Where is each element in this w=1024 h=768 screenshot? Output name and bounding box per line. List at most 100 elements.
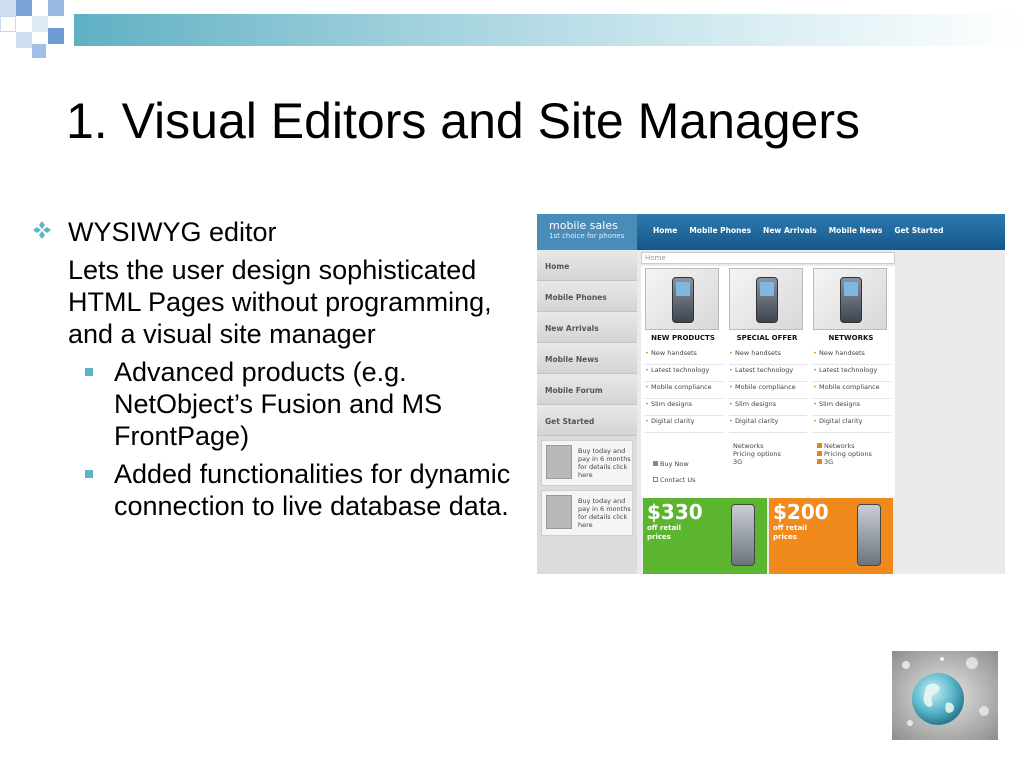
list-item: Mobile compliance: [813, 382, 891, 399]
promo-text: Buy today and pay in 6 months for detail…: [578, 447, 631, 479]
column-list: New handsets Latest technology Mobile co…: [645, 348, 723, 433]
list-item: Digital clarity: [645, 416, 723, 433]
site-sidebar-item: Mobile News: [537, 343, 637, 374]
site-column: SPECIAL OFFER New handsets Latest techno…: [725, 266, 807, 498]
site-header: mobile sales 1st choice for phones Home …: [537, 214, 1005, 250]
sub-bullet-item: Advanced products (e.g. NetObject’s Fusi…: [32, 356, 532, 452]
site-breadcrumb: Home: [641, 252, 895, 264]
buy-now-link: Buy Now: [653, 460, 689, 468]
extra-link-label: 3G: [824, 458, 834, 466]
promo-image: [546, 495, 572, 529]
globe-image: [892, 651, 998, 740]
product-image: [645, 268, 719, 330]
globe-drawing: [892, 651, 998, 740]
four-diamond-bullet-icon: [33, 221, 51, 239]
promo-image: [546, 445, 572, 479]
bullet-item: WYSIWYG editor: [32, 216, 532, 248]
extra-link: Pricing options: [817, 450, 872, 458]
list-item: Mobile compliance: [729, 382, 807, 399]
site-sidebar: Home Mobile Phones New Arrivals Mobile N…: [537, 250, 637, 574]
site-nav-home: Home: [653, 226, 678, 235]
square-icon: [817, 459, 822, 464]
phone-image: [840, 277, 862, 323]
header-gradient-bar: [74, 14, 1024, 46]
extra-link: Pricing options: [733, 450, 781, 458]
extra-link: 3G: [733, 458, 743, 466]
decor-square: [48, 28, 64, 44]
promo-text: Buy today and pay in 6 months for detail…: [578, 497, 631, 529]
column-heading: SPECIAL OFFER: [736, 334, 798, 342]
cart-icon: [653, 461, 658, 466]
sub-bullet-text: Added functionalities for dynamic connec…: [114, 459, 511, 521]
list-item: Slim designs: [813, 399, 891, 416]
list-item: Latest technology: [729, 365, 807, 382]
list-item: Digital clarity: [729, 416, 807, 433]
list-item: Slim designs: [645, 399, 723, 416]
list-item: Slim designs: [729, 399, 807, 416]
sub-bullet-item: Added functionalities for dynamic connec…: [32, 458, 532, 522]
site-sidebar-item: Mobile Forum: [537, 374, 637, 405]
price-banner: $330 off retail prices: [643, 498, 767, 574]
site-promo: Buy today and pay in 6 months for detail…: [541, 440, 633, 486]
decor-square: [16, 0, 32, 16]
banner-line: off retail: [647, 524, 681, 532]
extra-link: 3G: [817, 458, 833, 466]
top-decorative-band: [0, 0, 1024, 60]
decor-square: [32, 16, 48, 32]
product-image: [729, 268, 803, 330]
site-column: NEW PRODUCTS New handsets Latest technol…: [641, 266, 723, 498]
site-sidebar-item: Mobile Phones: [537, 281, 637, 312]
site-sidebar-item: Get Started: [537, 405, 637, 436]
contact-us-link: Contact Us: [653, 476, 696, 484]
phone-image: [756, 277, 778, 323]
column-list: New handsets Latest technology Mobile co…: [729, 348, 807, 433]
site-sidebar-item: Home: [537, 250, 637, 281]
banner-line: off retail: [773, 524, 807, 532]
banner-line: prices: [647, 533, 671, 541]
banner-price: $330: [647, 500, 703, 524]
product-image: [813, 268, 887, 330]
bullet-paragraph: Lets the user design sophisticated HTML …: [68, 255, 492, 349]
site-sidebar-item: New Arrivals: [537, 312, 637, 343]
banner-price: $200: [773, 500, 829, 524]
website-screenshot: mobile sales 1st choice for phones Home …: [537, 214, 1005, 574]
decor-square: [0, 16, 16, 32]
site-nav-new-arrivals: New Arrivals: [763, 226, 817, 235]
column-heading: NEW PRODUCTS: [651, 334, 715, 342]
banner-line: prices: [773, 533, 797, 541]
square-icon: [817, 443, 822, 448]
slide-title: 1. Visual Editors and Site Managers: [66, 93, 860, 149]
site-logo: mobile sales 1st choice for phones: [537, 214, 637, 250]
list-item: New handsets: [645, 348, 723, 365]
decor-square: [32, 44, 46, 58]
extra-link: Networks: [817, 442, 855, 450]
decor-square: [48, 0, 64, 16]
column-heading: NETWORKS: [828, 334, 874, 342]
sub-bullet-text: Advanced products (e.g. NetObject’s Fusi…: [114, 357, 443, 451]
site-main-content: NEW PRODUCTS New handsets Latest technol…: [641, 266, 895, 498]
list-item: New handsets: [813, 348, 891, 365]
extra-link-label: Networks: [824, 442, 855, 450]
site-column: NETWORKS New handsets Latest technology …: [809, 266, 891, 498]
banner-subtext: off retail prices: [647, 524, 681, 542]
list-item: Latest technology: [813, 365, 891, 382]
phone-image: [731, 504, 755, 566]
buy-now-label: Buy Now: [660, 460, 689, 468]
bullet-text: WYSIWYG editor: [68, 217, 277, 247]
extra-link-label: Pricing options: [824, 450, 872, 458]
site-nav-mobile-phones: Mobile Phones: [689, 226, 752, 235]
phone-image: [672, 277, 694, 323]
banner-subtext: off retail prices: [773, 524, 807, 542]
column-list: New handsets Latest technology Mobile co…: [813, 348, 891, 433]
list-item: New handsets: [729, 348, 807, 365]
site-nav-get-started: Get Started: [894, 226, 944, 235]
site-nav-mobile-news: Mobile News: [828, 226, 883, 235]
site-logo-name: mobile sales: [549, 219, 618, 232]
mail-icon: [653, 477, 658, 482]
square-bullet-icon: [85, 470, 93, 478]
phone-image: [857, 504, 881, 566]
decor-square: [0, 0, 16, 16]
slide-content: WYSIWYG editor Lets the user design soph…: [32, 216, 532, 522]
contact-us-label: Contact Us: [660, 476, 696, 484]
extra-link: Networks: [733, 442, 764, 450]
